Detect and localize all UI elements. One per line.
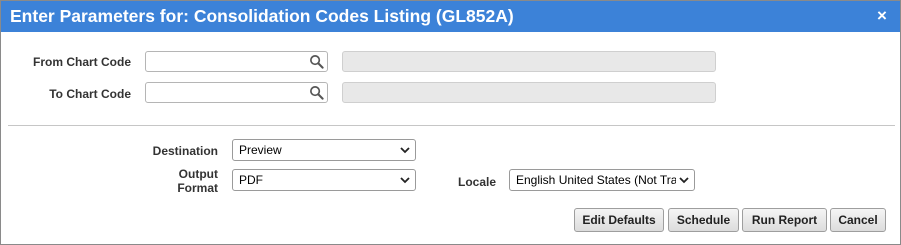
title-bar[interactable]: Enter Parameters for: Consolidation Code… [1,1,900,32]
from-chart-code-field[interactable] [145,51,328,72]
destination-value: Preview [239,143,282,157]
section-divider [8,125,895,126]
edit-defaults-button[interactable]: Edit Defaults [574,208,664,232]
output-format-label: Output Format [111,167,218,195]
to-chart-code-label: To Chart Code [49,87,131,101]
magnifier-icon[interactable] [309,54,324,69]
to-chart-code-field[interactable] [145,82,328,103]
destination-label: Destination [152,144,218,158]
chevron-down-icon [400,147,410,154]
chevron-down-icon [679,177,689,184]
from-chart-code-input[interactable] [146,52,314,71]
dialog-title: Enter Parameters for: Consolidation Code… [10,6,514,26]
locale-select[interactable]: English United States (Not Tra [509,169,695,191]
close-icon[interactable]: × [874,6,890,26]
from-chart-code-label: From Chart Code [32,55,131,69]
chevron-down-icon [400,177,410,184]
output-format-label-line1: Output [178,167,218,181]
output-format-value: PDF [239,173,263,187]
magnifier-icon[interactable] [309,85,324,100]
locale-label: Locale [457,175,496,189]
parameters-dialog: Enter Parameters for: Consolidation Code… [0,0,901,245]
from-chart-code-description [342,51,716,72]
destination-select[interactable]: Preview [232,139,416,161]
locale-value: English United States (Not Tra [516,173,676,187]
run-report-button[interactable]: Run Report [742,208,827,232]
output-format-label-line2: Format [177,181,218,195]
schedule-button[interactable]: Schedule [668,208,739,232]
cancel-button[interactable]: Cancel [830,208,886,232]
to-chart-code-input[interactable] [146,83,314,102]
output-format-select[interactable]: PDF [232,169,416,191]
to-chart-code-description [342,82,716,103]
